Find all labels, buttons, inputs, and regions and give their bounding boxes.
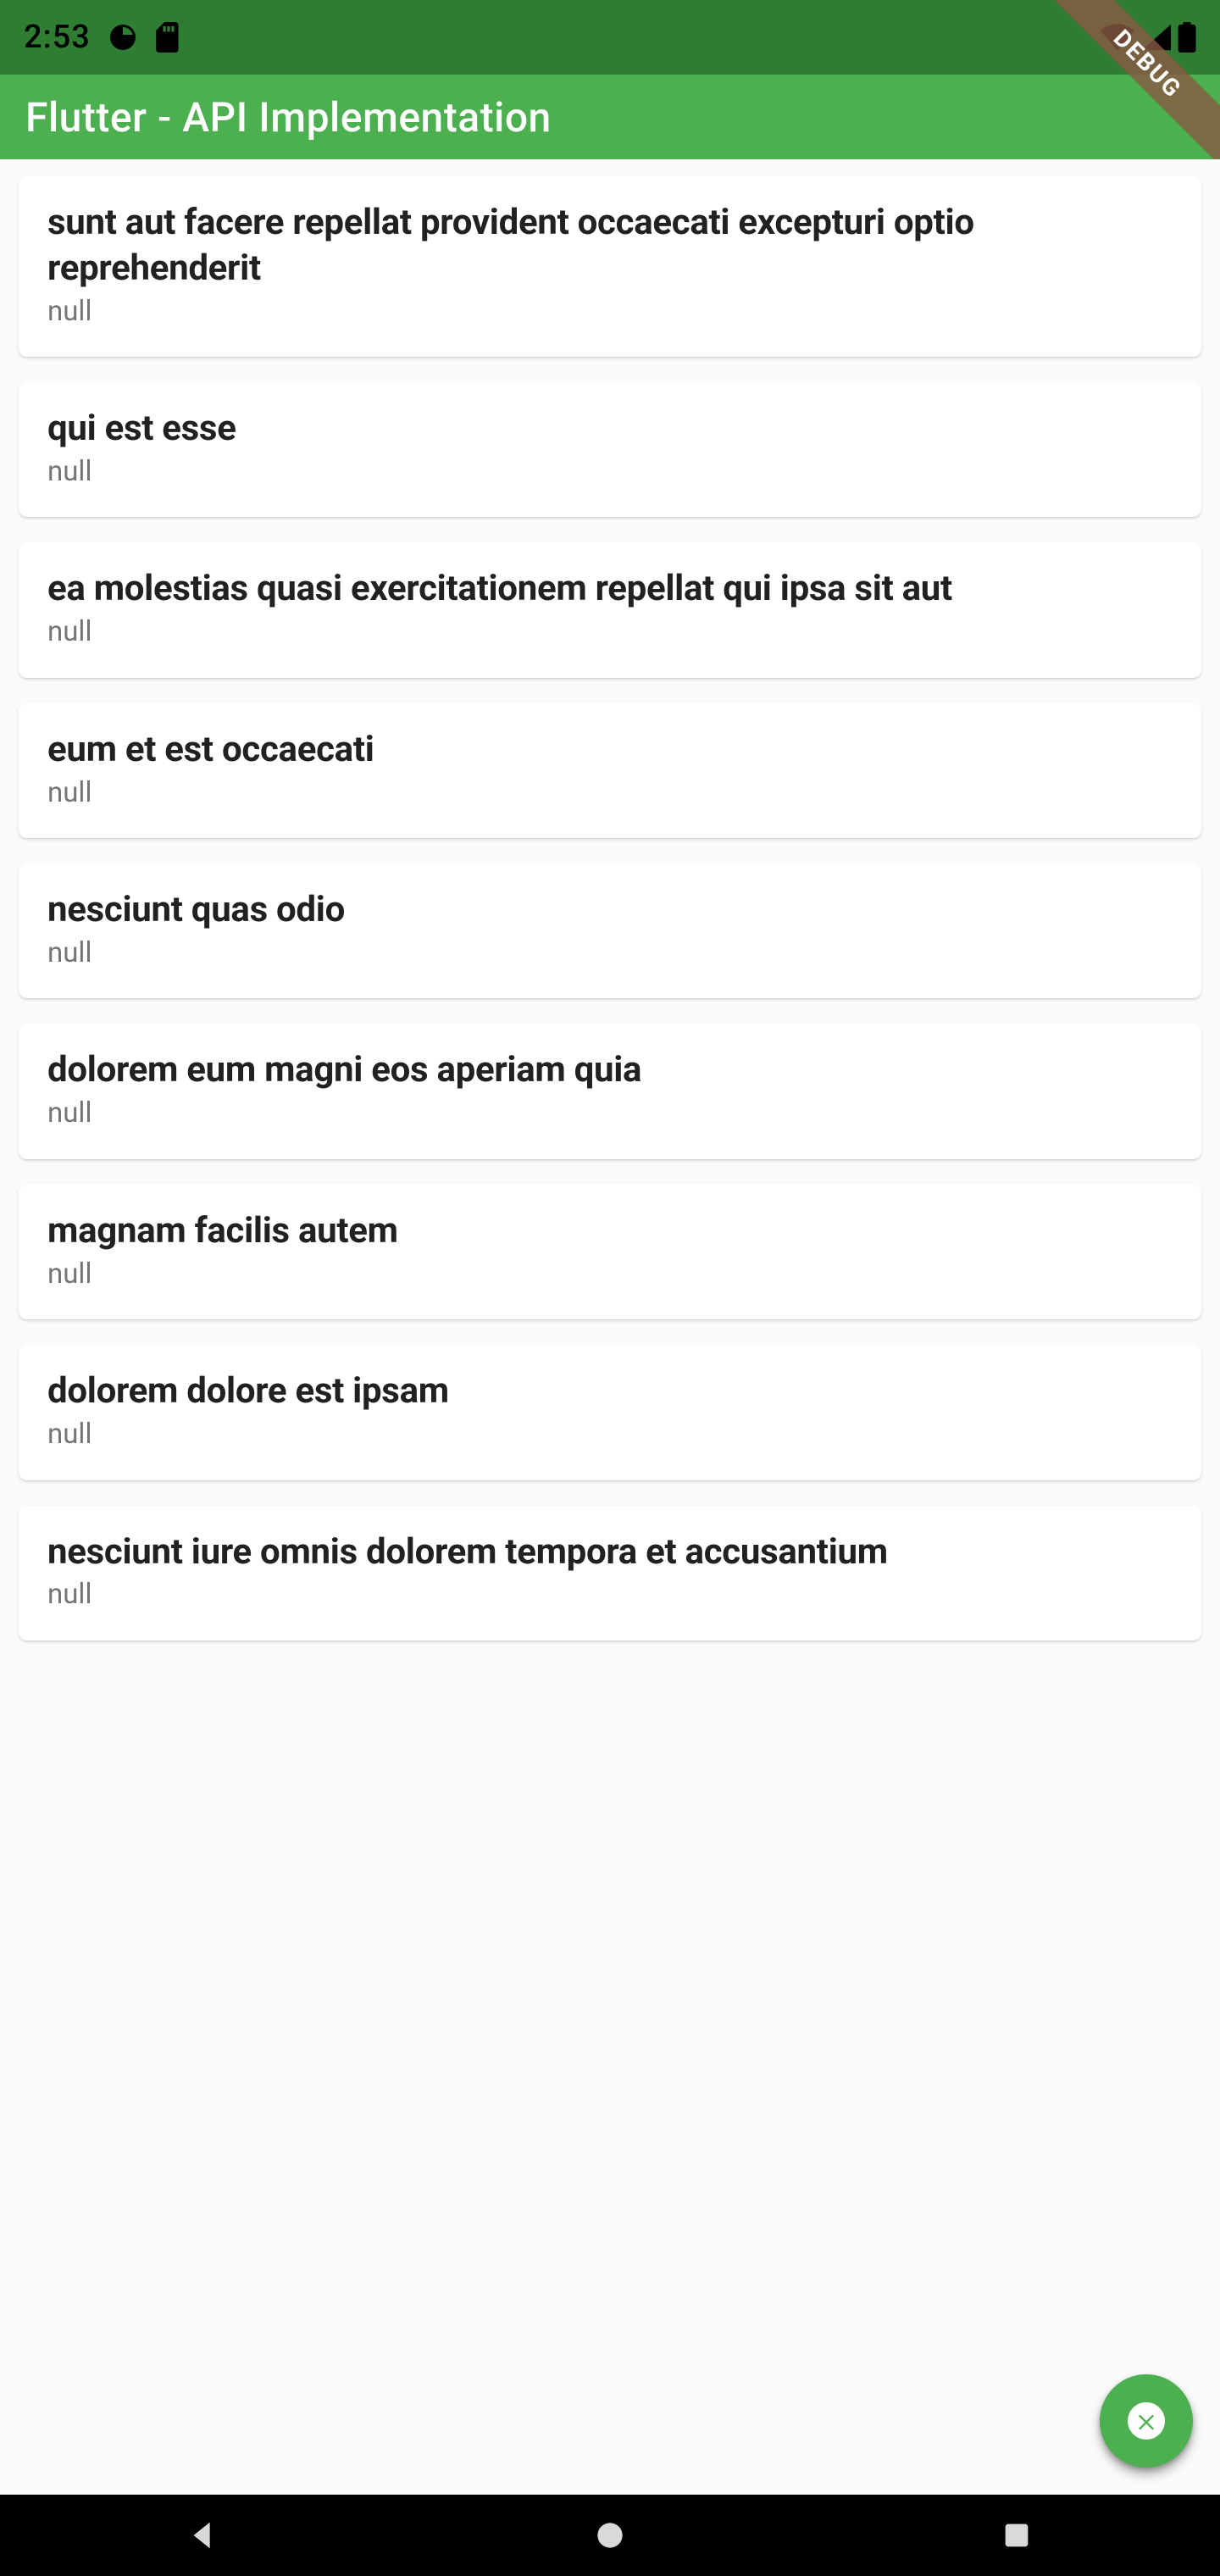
nav-recent-button[interactable] xyxy=(940,2495,1093,2576)
list-item-title: nesciunt iure omnis dolorem tempora et a… xyxy=(47,1530,1173,1575)
list-item-subtitle: null xyxy=(47,1257,1173,1291)
list-item-title: magnam facilis autem xyxy=(47,1208,1173,1254)
list-item-subtitle: null xyxy=(47,1096,1173,1130)
list-item[interactable]: nesciunt iure omnis dolorem tempora et a… xyxy=(19,1506,1201,1641)
list-item[interactable]: qui est esse null xyxy=(19,382,1201,517)
list-item[interactable]: magnam facilis autem null xyxy=(19,1185,1201,1319)
status-bar-right xyxy=(1100,22,1196,53)
list-item[interactable]: nesciunt quas odio null xyxy=(19,863,1201,998)
scaffold-body: sunt aut facere repellat provident occae… xyxy=(0,159,1220,2495)
cancel-fab[interactable] xyxy=(1100,2374,1193,2468)
android-status-bar: 2:53 xyxy=(0,0,1220,75)
data-saver-icon xyxy=(108,22,138,53)
list-item-subtitle: null xyxy=(47,776,1173,810)
status-time: 2:53 xyxy=(24,19,91,56)
list-item-subtitle: null xyxy=(47,1418,1173,1452)
app-bar-title: Flutter - API Implementation xyxy=(25,93,552,142)
list-item-title: ea molestias quasi exercitationem repell… xyxy=(47,566,1173,612)
list-item-title: dolorem eum magni eos aperiam quia xyxy=(47,1047,1173,1093)
list-item[interactable]: ea molestias quasi exercitationem repell… xyxy=(19,542,1201,677)
list-item[interactable]: eum et est occaecati null xyxy=(19,703,1201,838)
list-item-subtitle: null xyxy=(47,295,1173,329)
battery-icon xyxy=(1178,22,1196,53)
list-item-subtitle: null xyxy=(47,936,1173,970)
app-bar: Flutter - API Implementation xyxy=(0,75,1220,159)
post-list[interactable]: sunt aut facere repellat provident occae… xyxy=(0,159,1220,1641)
cellular-icon xyxy=(1142,24,1171,51)
list-item-subtitle: null xyxy=(47,615,1173,649)
list-item-title: sunt aut facere repellat provident occae… xyxy=(47,200,1173,291)
status-bar-left: 2:53 xyxy=(24,19,182,56)
nav-back-button[interactable] xyxy=(127,2495,280,2576)
sd-card-icon xyxy=(155,22,182,53)
nav-home-button[interactable] xyxy=(534,2495,686,2576)
list-item-title: eum et est occaecati xyxy=(47,727,1173,773)
list-item-subtitle: null xyxy=(47,455,1173,489)
wifi-icon xyxy=(1100,24,1135,51)
list-item-title: dolorem dolore est ipsam xyxy=(47,1368,1173,1414)
list-item-title: qui est esse xyxy=(47,406,1173,452)
list-item[interactable]: dolorem dolore est ipsam null xyxy=(19,1345,1201,1480)
android-nav-bar xyxy=(0,2495,1220,2576)
list-item[interactable]: sunt aut facere repellat provident occae… xyxy=(19,176,1201,357)
list-item-title: nesciunt quas odio xyxy=(47,887,1173,933)
list-item-subtitle: null xyxy=(47,1578,1173,1612)
list-item[interactable]: dolorem eum magni eos aperiam quia null xyxy=(19,1024,1201,1158)
cancel-icon xyxy=(1128,2402,1165,2440)
